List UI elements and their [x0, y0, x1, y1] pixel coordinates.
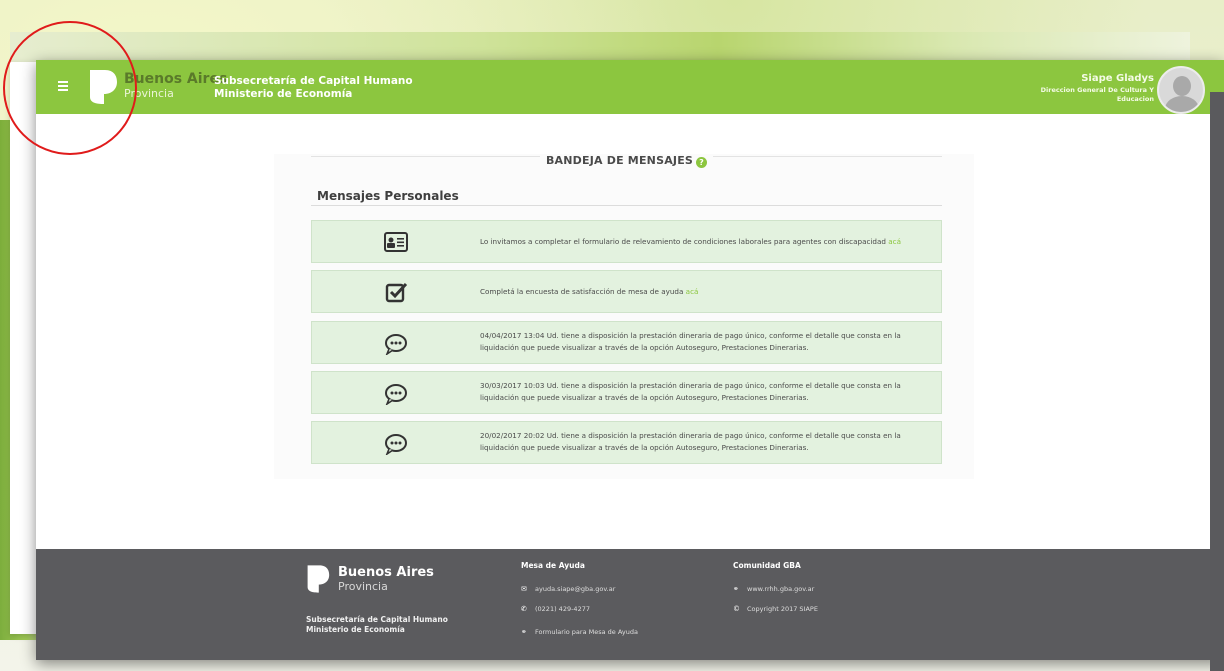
message-item[interactable]: 30/03/2017 10:03 Ud. tiene a disposición…: [311, 371, 942, 414]
section-divider: [311, 205, 942, 206]
copyright: © Copyright 2017 SIAPE: [733, 605, 818, 613]
org-line-2: Ministerio de Economía: [214, 88, 353, 100]
brand-logo-icon[interactable]: [88, 67, 118, 107]
copyright-icon: ©: [733, 605, 740, 613]
header-bar: Buenos Aires Provincia Subsecretaría de …: [36, 60, 1224, 114]
id-card-icon: [384, 232, 408, 252]
speech-bubble-icon: [385, 434, 407, 455]
envelope-icon: ✉: [521, 585, 527, 593]
message-link[interactable]: acá: [888, 237, 901, 246]
background-strip: [10, 32, 1190, 62]
community-title: Comunidad GBA: [733, 561, 801, 570]
app-window: Buenos Aires Provincia Subsecretaría de …: [36, 60, 1224, 660]
speech-bubble-icon: [385, 334, 407, 355]
footer-organization: Subsecretaría de Capital Humano Minister…: [306, 615, 448, 635]
brand-subtitle: Provincia: [124, 87, 174, 100]
help-desk-title: Mesa de Ayuda: [521, 561, 585, 570]
message-text: Completá la encuesta de satisfacción de …: [480, 287, 699, 296]
org-line-1: Subsecretaría de Capital Humano: [214, 75, 413, 87]
help-icon[interactable]: ?: [696, 157, 708, 168]
help-form-link[interactable]: ⚭ Formulario para Mesa de Ayuda: [521, 628, 638, 636]
user-name: Siape Gladys: [1081, 73, 1154, 84]
message-item[interactable]: Lo invitamos a completar el formulario d…: [311, 220, 942, 263]
footer-brand-subtitle: Provincia: [338, 580, 388, 593]
footer-brand-name: Buenos Aires: [338, 565, 434, 580]
message-link[interactable]: acá: [686, 287, 699, 296]
window-shadow: [1210, 92, 1224, 671]
brand-name: Buenos Aires: [124, 71, 228, 87]
message-text: Lo invitamos a completar el formulario d…: [480, 237, 902, 246]
user-info[interactable]: Siape Gladys Direccion General De Cultur…: [1024, 74, 1154, 104]
link-icon: ⚭: [733, 585, 739, 593]
speech-bubble-icon: [385, 384, 407, 405]
message-text: 20/02/2017 20:02 Ud. tiene a disposición…: [480, 431, 901, 452]
message-text: 04/04/2017 13:04 Ud. tiene a disposición…: [480, 331, 901, 352]
link-icon: ⚭: [521, 628, 527, 636]
checkbox-icon: [385, 282, 408, 303]
message-item[interactable]: 20/02/2017 20:02 Ud. tiene a disposición…: [311, 421, 942, 464]
phone-icon: ✆: [521, 605, 527, 613]
footer-org-line-1: Subsecretaría de Capital Humano: [306, 615, 448, 624]
user-department: Direccion General De Cultura Y Educacion: [1040, 86, 1154, 103]
help-email-link[interactable]: ✉ ayuda.siape@gba.gov.ar: [521, 585, 615, 593]
page-title-text: BANDEJA DE MENSAJES: [545, 154, 694, 167]
footer: Buenos Aires Provincia Subsecretaría de …: [36, 549, 1224, 660]
page-title: BANDEJA DE MENSAJES?: [311, 149, 942, 168]
hamburger-menu-icon[interactable]: [58, 81, 68, 91]
footer-org-line-2: Ministerio de Economía: [306, 625, 405, 634]
help-phone: ✆ (0221) 429-4277: [521, 605, 590, 613]
section-subtitle: Mensajes Personales: [317, 189, 459, 203]
avatar[interactable]: [1157, 66, 1205, 114]
message-item[interactable]: Completá la encuesta de satisfacción de …: [311, 270, 942, 313]
message-item[interactable]: 04/04/2017 13:04 Ud. tiene a disposición…: [311, 321, 942, 364]
message-text: 30/03/2017 10:03 Ud. tiene a disposición…: [480, 381, 901, 402]
footer-logo-icon: [307, 565, 330, 593]
community-link[interactable]: ⚭ www.rrhh.gba.gov.ar: [733, 585, 814, 593]
organization-title: Subsecretaría de Capital Humano Minister…: [214, 75, 413, 101]
